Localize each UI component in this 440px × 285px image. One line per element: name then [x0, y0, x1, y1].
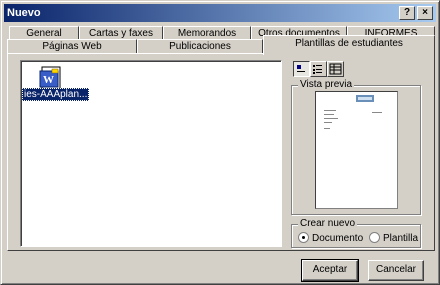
details-icon[interactable]: [327, 61, 344, 77]
create-new-label: Crear nuevo: [298, 218, 358, 230]
preview-thumbnail: [315, 91, 398, 209]
title-bar: Nuevo ? ×: [4, 4, 436, 22]
large-icons-icon[interactable]: [293, 61, 310, 77]
window-title: Nuevo: [7, 7, 41, 19]
radio-plantilla-label: Plantilla: [383, 233, 419, 244]
radio-plantilla[interactable]: Plantilla: [369, 232, 418, 245]
radio-selected-icon[interactable]: [298, 232, 309, 243]
file-item-label[interactable]: ies-AAAplan...: [22, 88, 90, 101]
radio-documento[interactable]: Documento: [298, 232, 363, 245]
list-icon[interactable]: [310, 61, 327, 77]
accept-button[interactable]: Aceptar: [301, 259, 359, 282]
new-document-dialog: Nuevo ? × General Cartas y faxes Memoran…: [0, 0, 440, 285]
tab-plantillas-de-estudiantes[interactable]: Plantillas de estudiantes: [263, 35, 435, 55]
help-button[interactable]: ?: [399, 6, 415, 20]
close-button[interactable]: ×: [417, 6, 433, 20]
preview-label: Vista previa: [298, 79, 355, 91]
svg-text:W: W: [43, 74, 54, 86]
radio-documento-label: Documento: [312, 233, 364, 244]
radio-unselected-icon[interactable]: [369, 232, 380, 243]
cancel-button[interactable]: Cancelar: [368, 260, 424, 281]
